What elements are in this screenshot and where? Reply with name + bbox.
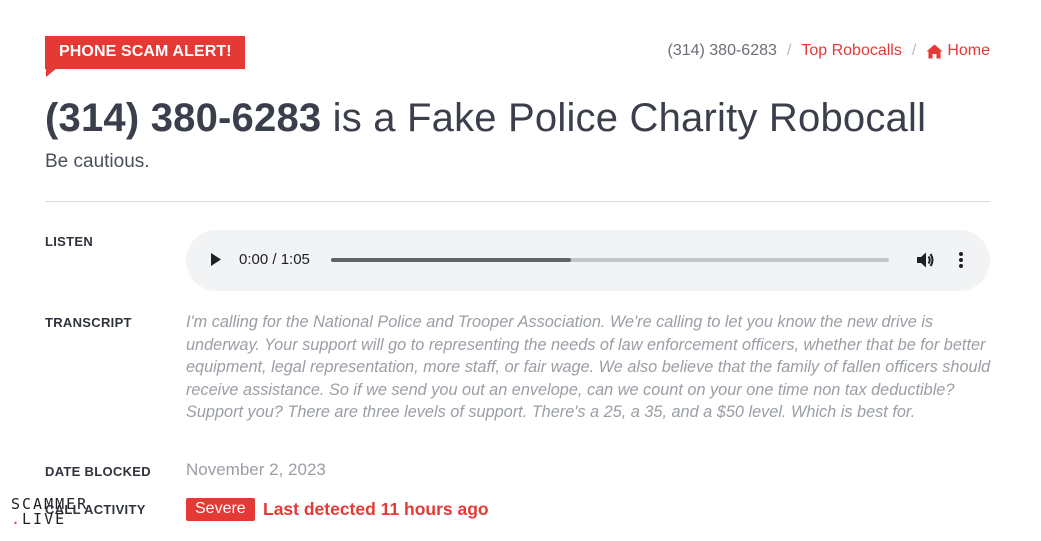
date-blocked-value: November 2, 2023 <box>186 460 326 479</box>
play-icon[interactable] <box>210 252 222 267</box>
severity-badge: Severe <box>186 498 255 521</box>
breadcrumb: (314) 380-6283 / Top Robocalls / Home <box>667 42 990 60</box>
audio-progress-fill <box>331 258 571 262</box>
date-blocked-label: DATE BLOCKED <box>45 464 151 479</box>
home-icon <box>926 44 943 58</box>
audio-progress-track[interactable] <box>331 258 889 262</box>
listen-label: LISTEN <box>45 234 94 249</box>
scam-alert-badge: PHONE SCAM ALERT! <box>45 36 245 69</box>
breadcrumb-home-label: Home <box>947 42 990 59</box>
breadcrumb-separator: / <box>786 42 792 59</box>
badge-tail <box>46 68 57 77</box>
transcript-label: TRANSCRIPT <box>45 315 132 330</box>
watermark-line2: LIVE <box>22 510 67 528</box>
breadcrumb-current: (314) 380-6283 <box>667 42 777 59</box>
page-subtitle: Be cautious. <box>45 151 150 172</box>
watermark-logo: SCAMMER .LIVE <box>11 497 88 527</box>
audio-time: 0:00 / 1:05 <box>239 251 310 268</box>
more-vert-icon[interactable] <box>955 250 967 270</box>
transcript-text: I'm calling for the National Police and … <box>186 313 991 421</box>
breadcrumb-home-link[interactable]: Home <box>926 42 990 60</box>
watermark-dot: . <box>11 510 23 528</box>
last-detected-text: Last detected 11 hours ago <box>263 499 489 519</box>
page-title: (314) 380-6283 is a Fake Police Charity … <box>45 96 926 141</box>
divider <box>45 201 990 202</box>
breadcrumb-top-robocalls-link[interactable]: Top Robocalls <box>801 42 902 60</box>
breadcrumb-separator: / <box>911 42 917 59</box>
audio-player[interactable]: 0:00 / 1:05 <box>186 230 990 291</box>
phone-number: (314) 380-6283 <box>45 96 322 140</box>
volume-icon[interactable] <box>915 250 935 270</box>
page-title-rest: is a Fake Police Charity Robocall <box>321 96 927 140</box>
